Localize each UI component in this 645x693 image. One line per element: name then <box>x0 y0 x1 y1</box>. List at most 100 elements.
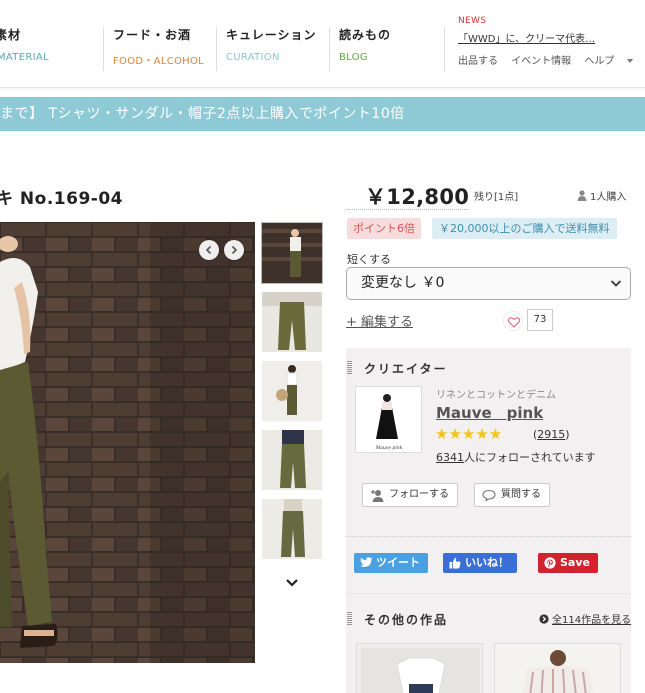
review-count-number: 2915 <box>537 428 566 441</box>
top-navigation: 素材 MATERIAL フード・お酒 FOOD・ALCOHOL キュレーション … <box>0 0 645 88</box>
arrow-circle-right-icon <box>539 614 549 624</box>
thumbnail-image <box>262 499 322 559</box>
news-link[interactable]: 「WWD」に、クリーマ代表… <box>458 30 595 45</box>
favorite-count: 73 <box>527 309 553 331</box>
review-count[interactable]: (2915) <box>533 428 570 441</box>
utility-links: 出品する イベント情報 ヘルプ <box>458 52 643 67</box>
ask-question-button[interactable]: 質問する <box>474 483 550 507</box>
avatar-image: Mauve pink <box>356 387 421 452</box>
pinterest-icon <box>544 557 556 569</box>
option-label: 短くする <box>347 253 391 266</box>
nav-divider <box>329 27 330 71</box>
view-all-label: 全114作品を見る <box>552 615 632 626</box>
thumbnail-3[interactable] <box>262 361 322 421</box>
tweet-label: ツイート <box>376 556 420 569</box>
section-marker <box>347 360 352 374</box>
heart-icon <box>508 317 520 328</box>
nav-item-blog[interactable]: 読みもの BLOG <box>339 26 391 70</box>
nav-divider <box>103 27 104 71</box>
facebook-like-button[interactable]: いいね！ <box>443 553 517 573</box>
nav-item-material[interactable]: 素材 MATERIAL <box>0 26 49 70</box>
chevron-down-icon <box>610 280 622 287</box>
creator-subtitle: リネンとコットンとデニム <box>436 390 556 401</box>
nav-item-curation[interactable]: キュレーション CURATION <box>226 26 317 70</box>
nav-item-sublabel: MATERIAL <box>0 52 49 63</box>
work-thumbnail <box>357 644 482 693</box>
pinterest-save-button[interactable]: Save <box>538 553 598 573</box>
thumbs-up-icon <box>449 557 461 569</box>
creator-heading: クリエイター <box>364 362 448 376</box>
thumbnail-image <box>262 361 322 421</box>
work-thumbnail <box>495 644 620 693</box>
twitter-bird-icon <box>360 557 373 567</box>
help-menu[interactable]: ヘルプ <box>584 56 634 67</box>
events-link[interactable]: イベント情報 <box>511 56 571 67</box>
nav-item-sublabel: FOOD・ALCOHOL <box>113 56 205 67</box>
promo-banner[interactable]: まで】 Tシャツ・サンダル・帽子2点以上購入でポイント10倍 <box>0 97 645 131</box>
free-shipping-badge: ￥20,000以上のご購入で送料無料 <box>432 218 617 239</box>
chevron-right-icon <box>231 245 238 255</box>
product-main-image[interactable] <box>0 222 255 663</box>
view-all-works-link[interactable]: 全114作品を見る <box>539 611 631 626</box>
pin-label: Save <box>560 556 590 569</box>
nav-divider <box>444 27 445 71</box>
panel-divider <box>346 593 631 594</box>
thumbnail-1[interactable] <box>261 222 323 284</box>
nav-item-sublabel: BLOG <box>339 52 368 63</box>
thumbnail-image <box>262 430 322 490</box>
nav-item-label: キュレーション <box>226 28 317 42</box>
stock-remaining: 残り[1点] <box>474 192 519 203</box>
thumbnail-2[interactable] <box>262 292 322 352</box>
follow-label: フォローする <box>389 489 449 500</box>
add-user-icon <box>371 490 384 502</box>
speech-bubble-icon <box>482 489 496 501</box>
next-image-button[interactable] <box>224 240 244 260</box>
question-label: 質問する <box>501 489 541 500</box>
svg-text:Mauve pink: Mauve pink <box>375 445 403 451</box>
tweet-button[interactable]: ツイート <box>354 553 428 573</box>
purchase-count-text: 1人購入 <box>590 192 627 203</box>
thumbnail-4[interactable] <box>262 430 322 490</box>
product-price: ￥12,800 <box>365 185 470 209</box>
thumbnail-image <box>262 223 322 283</box>
help-label: ヘルプ <box>584 56 615 67</box>
section-marker <box>347 611 352 625</box>
option-select[interactable]: 変更なし ￥0 <box>346 267 631 300</box>
nav-item-label: フード・お酒 <box>113 28 192 42</box>
chevron-down-icon[interactable] <box>285 578 299 588</box>
person-icon <box>577 190 587 201</box>
points-badge: ポイント6倍 <box>347 218 421 239</box>
follower-count-number[interactable]: 6341 <box>436 451 464 464</box>
nav-item-sublabel: CURATION <box>226 52 280 63</box>
rating-stars: ★★★★★ <box>435 425 503 443</box>
nav-item-label: 素材 <box>0 28 22 42</box>
thumbnail-5[interactable] <box>262 499 322 559</box>
price-divider <box>347 209 469 210</box>
product-photo <box>0 222 255 663</box>
other-works-heading: その他の作品 <box>364 613 449 627</box>
nav-item-food[interactable]: フード・お酒 FOOD・ALCOHOL <box>113 26 204 70</box>
news-ticker: NEWS 「WWD」に、クリーマ代表… <box>458 16 595 45</box>
follower-count-suffix: 人にフォローされています <box>464 451 596 464</box>
creator-avatar[interactable]: Mauve pink <box>355 386 422 453</box>
like-label: いいね！ <box>465 556 509 569</box>
chevron-down-icon <box>627 59 634 63</box>
nav-item-label: 読みもの <box>339 28 392 42</box>
nav-divider <box>216 27 217 71</box>
follower-count: 6341人にフォローされています <box>436 449 596 465</box>
chevron-left-icon <box>205 245 212 255</box>
product-title: キ No.169-04 <box>0 189 123 209</box>
work-card-2[interactable] <box>494 643 621 693</box>
thumbnail-image <box>262 292 322 352</box>
work-card-1[interactable] <box>356 643 483 693</box>
purchase-count: 1人購入 <box>577 188 626 203</box>
news-label: NEWS <box>458 16 487 26</box>
prev-image-button[interactable] <box>199 240 219 260</box>
option-selected-value: 変更なし ￥0 <box>361 275 445 291</box>
panel-divider <box>346 536 631 537</box>
sell-link[interactable]: 出品する <box>458 56 498 67</box>
favorite-button[interactable] <box>503 311 523 331</box>
creator-name-link[interactable]: Mauve pink <box>436 402 543 423</box>
follow-button[interactable]: フォローする <box>362 483 458 507</box>
edit-options-link[interactable]: + 編集する <box>346 311 413 330</box>
